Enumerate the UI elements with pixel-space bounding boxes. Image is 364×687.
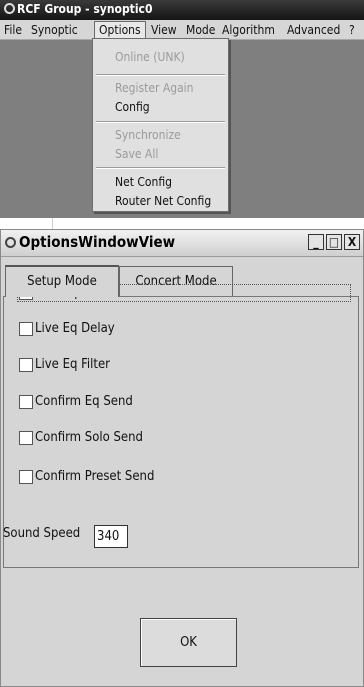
window-title: RCF Group - synoptic0	[17, 2, 153, 16]
app-logo-icon	[4, 3, 15, 14]
confirm-eq-send-checkbox[interactable]	[19, 395, 33, 409]
confirm-solo-send-label: Confirm Solo Send	[35, 430, 143, 445]
tab-setup-mode[interactable]: Setup Mode	[5, 265, 119, 297]
menu-file[interactable]: File	[4, 23, 22, 37]
menu-mode[interactable]: Mode	[186, 23, 215, 37]
menu-bar: File Synoptic Options View Mode Algorith…	[0, 20, 364, 40]
options-window-title: OptionsWindowView	[19, 233, 176, 251]
menu-item-config[interactable]: Config	[115, 100, 150, 114]
menu-item-synchronize: Synchronize	[115, 128, 181, 142]
options-dropdown-menu: Online (UNK) Register Again Config Synch…	[92, 38, 229, 212]
menu-options[interactable]: Options	[94, 21, 146, 39]
menu-algorithm[interactable]: Algorithm	[222, 23, 275, 37]
menu-item-net-config[interactable]: Net Config	[115, 175, 172, 189]
menu-separator	[96, 74, 225, 76]
menu-synoptic[interactable]: Synoptic	[31, 23, 78, 37]
menu-advanced[interactable]: Advanced	[287, 23, 340, 37]
minimize-button[interactable]: _	[308, 234, 324, 250]
main-window: RCF Group - synoptic0 File Synoptic Opti…	[0, 0, 364, 218]
main-title-bar: RCF Group - synoptic0	[0, 0, 364, 20]
menu-item-register-again: Register Again	[115, 81, 194, 95]
menu-item-online: Online (UNK)	[115, 50, 185, 64]
menu-view[interactable]: View	[151, 23, 177, 37]
live-eq-delay-checkbox[interactable]	[19, 322, 33, 336]
live-eq-filter-checkbox[interactable]	[19, 358, 33, 372]
live-eq-filter-label: Live Eq Filter	[35, 357, 110, 372]
options-window: OptionsWindowView _ □ X Setup Mode Conce…	[0, 229, 364, 687]
live-eq-delay-label: Live Eq Delay	[35, 321, 115, 336]
menu-item-save-all: Save All	[115, 147, 159, 161]
options-title-bar: OptionsWindowView _ □ X	[1, 230, 363, 257]
confirm-eq-send-label: Confirm Eq Send	[35, 394, 133, 409]
background-divider	[52, 218, 53, 229]
ok-button[interactable]: OK	[140, 618, 237, 667]
maximize-button[interactable]: □	[326, 234, 342, 250]
menu-separator	[96, 167, 225, 169]
confirm-preset-send-checkbox[interactable]	[19, 470, 33, 484]
menu-separator	[96, 121, 225, 123]
confirm-preset-send-label: Confirm Preset Send	[35, 469, 155, 484]
sound-speed-input[interactable]: 340	[94, 525, 128, 548]
menu-help[interactable]: ?	[349, 23, 355, 37]
sound-speed-label: Sound Speed	[3, 526, 81, 541]
app-logo-icon	[5, 237, 16, 248]
menu-item-router-net-config[interactable]: Router Net Config	[115, 194, 211, 208]
close-button[interactable]: X	[344, 234, 360, 250]
confirm-solo-send-checkbox[interactable]	[19, 431, 33, 445]
